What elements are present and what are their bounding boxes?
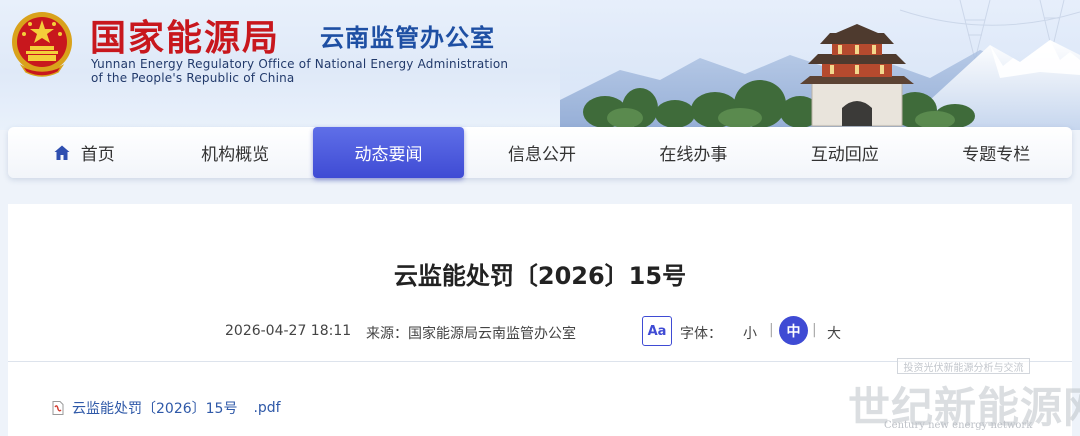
nav-item-label: 在线办事 xyxy=(659,145,728,165)
nav-item-label: 机构概览 xyxy=(201,145,270,165)
nav-item-topics[interactable]: 专题专栏 xyxy=(921,127,1072,178)
font-size-small-button[interactable]: 小 xyxy=(743,323,757,343)
font-size-medium-button[interactable]: 中 xyxy=(779,316,808,345)
article-title: 云监能处罚〔2026〕15号 xyxy=(393,262,687,290)
nav-item-disclosure[interactable]: 信息公开 xyxy=(466,127,617,178)
nav-item-label: 专题专栏 xyxy=(962,145,1031,165)
font-size-separator: | xyxy=(769,322,774,338)
nav-item-overview[interactable]: 机构概览 xyxy=(159,127,310,178)
main-navigation: 首页 机构概览 动态要闻 信息公开 在线办事 互动回应 专题专栏 xyxy=(8,127,1072,178)
watermark-english: Century new energy network xyxy=(884,420,1033,431)
publish-date: 2026-04-27 18:11 xyxy=(225,323,352,339)
national-emblem-icon xyxy=(12,12,72,77)
english-subtitle-line-2: of the People's Republic of China xyxy=(91,71,295,85)
watermark-tagline: 投资光伏新能源分析与交流 xyxy=(897,358,1030,374)
attachment-extension: .pdf xyxy=(253,400,281,416)
font-size-separator: | xyxy=(812,322,817,338)
attachment-link[interactable]: 云监能处罚〔2026〕15号 .pdf xyxy=(52,398,281,418)
page: 国家能源局 云南监管办公室 Yunnan Energy Regulatory O… xyxy=(0,0,1080,436)
site-title: 国家能源局 xyxy=(90,18,281,59)
nav-item-online-services[interactable]: 在线办事 xyxy=(618,127,769,178)
font-size-label: 字体： xyxy=(680,326,722,342)
font-size-large-button[interactable]: 大 xyxy=(827,323,841,343)
nav-item-news[interactable]: 动态要闻 xyxy=(312,127,465,178)
font-size-icon: Aa xyxy=(642,316,672,346)
article-source: 来源：国家能源局云南监管办公室 xyxy=(366,326,576,342)
nav-item-home[interactable]: 首页 xyxy=(8,127,159,178)
office-title: 云南监管办公室 xyxy=(320,24,495,52)
nav-item-label: 首页 xyxy=(80,145,115,165)
nav-item-label: 动态要闻 xyxy=(354,145,423,165)
english-subtitle-line-1: Yunnan Energy Regulatory Office of Natio… xyxy=(91,57,509,71)
nav-item-label: 互动回应 xyxy=(810,145,879,165)
nav-item-label: 信息公开 xyxy=(507,145,576,165)
home-icon xyxy=(54,145,70,160)
attachment-name: 云监能处罚〔2026〕15号 xyxy=(72,401,238,417)
nav-item-interaction[interactable]: 互动回应 xyxy=(769,127,920,178)
header-banner: 国家能源局 云南监管办公室 Yunnan Energy Regulatory O… xyxy=(0,0,1080,130)
pdf-file-icon xyxy=(52,401,64,415)
